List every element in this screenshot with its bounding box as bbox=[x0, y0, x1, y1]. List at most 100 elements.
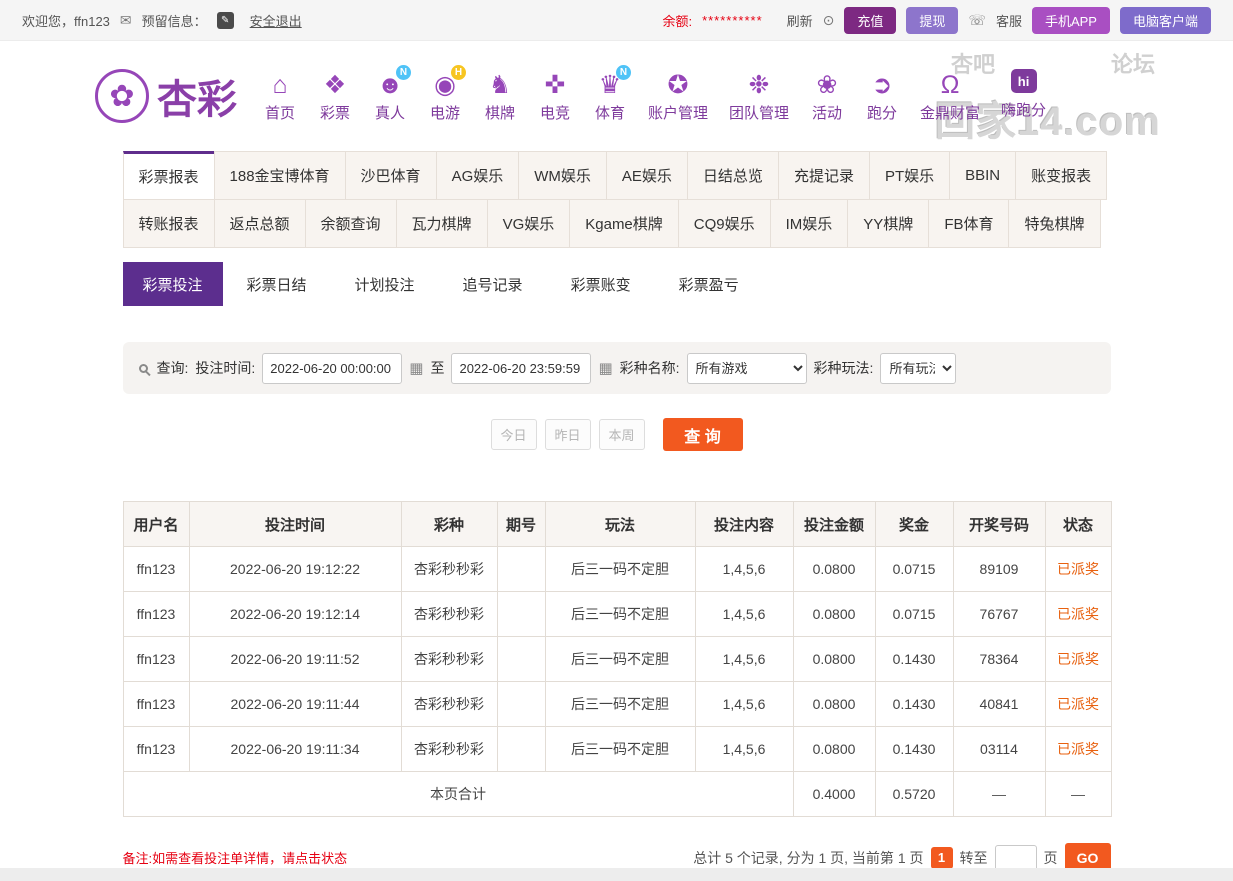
tab-ae[interactable]: AE娱乐 bbox=[605, 151, 688, 200]
nav-item-egames[interactable]: H ◉ 电游 bbox=[428, 65, 466, 123]
cell-lottery: 杏彩秒秒彩 bbox=[400, 591, 498, 637]
filter-bar: 查询: 投注时间: ▦ 至 ▦ 彩种名称: 所有游戏 彩种玩法: 所有玩法 bbox=[122, 342, 1111, 394]
col-header-bet-content: 投注内容 bbox=[694, 501, 794, 547]
cell-draw-number: 78364 bbox=[952, 636, 1046, 682]
tab-188-sports[interactable]: 188金宝博体育 bbox=[213, 151, 346, 200]
cell-bet-time: 2022-06-20 19:11:52 bbox=[188, 636, 402, 682]
mobile-app-button[interactable]: 手机APP bbox=[1031, 6, 1110, 34]
nav-label: 团队管理 bbox=[729, 105, 790, 122]
tab-pt[interactable]: PT娱乐 bbox=[868, 151, 951, 200]
tab-wali[interactable]: 瓦力棋牌 bbox=[395, 199, 488, 248]
nav-item-live[interactable]: N ☻ 真人 bbox=[373, 65, 411, 123]
logout-link[interactable]: 安全退出 bbox=[250, 11, 302, 30]
bet-time-to-input[interactable] bbox=[451, 352, 592, 384]
yesterday-button[interactable]: 昨日 bbox=[544, 419, 591, 450]
tab-im[interactable]: IM娱乐 bbox=[769, 199, 849, 248]
edit-icon[interactable]: ✎ bbox=[216, 11, 234, 29]
nav-item-activity[interactable]: ❀ 活动 bbox=[810, 69, 844, 123]
subtabs: 彩票投注 彩票日结 计划投注 追号记录 彩票账变 彩票盈亏 bbox=[122, 262, 1111, 306]
page-unit-label: 页 bbox=[1043, 849, 1058, 866]
nav-label: 棋牌 bbox=[484, 105, 515, 122]
nav-label: 账户管理 bbox=[648, 105, 709, 122]
page-number-current[interactable]: 1 bbox=[930, 846, 953, 869]
nav-item-boardgames[interactable]: ♞ 棋牌 bbox=[483, 69, 517, 123]
balance-value: ********** bbox=[702, 12, 763, 28]
goto-page-input[interactable] bbox=[994, 844, 1037, 871]
nav-item-esports[interactable]: ✜ 电竞 bbox=[538, 69, 572, 123]
tab-shaba-sports[interactable]: 沙巴体育 bbox=[344, 151, 437, 200]
tab-cq9[interactable]: CQ9娱乐 bbox=[677, 199, 771, 248]
nav-item-paofen[interactable]: ➲ 跑分 bbox=[865, 69, 899, 123]
tab-balance-query[interactable]: 余额查询 bbox=[304, 199, 397, 248]
col-header-play: 玩法 bbox=[544, 501, 696, 547]
status-link[interactable]: 已派奖 bbox=[1044, 726, 1112, 772]
nav-item-team[interactable]: ❉ 团队管理 bbox=[729, 69, 789, 123]
tab-vg[interactable]: VG娱乐 bbox=[486, 199, 571, 248]
cell-username: ffn123 bbox=[122, 726, 190, 772]
subtab-lottery-bets[interactable]: 彩票投注 bbox=[122, 262, 223, 306]
recharge-button[interactable]: 充值 bbox=[844, 6, 897, 34]
wealth-icon: Ω bbox=[940, 71, 960, 99]
today-button[interactable]: 今日 bbox=[490, 419, 537, 450]
status-link[interactable]: 已派奖 bbox=[1044, 636, 1112, 682]
nav-item-wealth[interactable]: Ω 金鼎财富 bbox=[920, 69, 980, 123]
subtab-plan-bets[interactable]: 计划投注 bbox=[331, 262, 439, 306]
col-header-prize: 奖金 bbox=[874, 501, 954, 547]
service-link[interactable]: 客服 bbox=[996, 11, 1022, 30]
tab-bbin[interactable]: BBIN bbox=[949, 151, 1017, 200]
cell-draw-number: 76767 bbox=[952, 591, 1046, 637]
lottery-name-select[interactable]: 所有游戏 bbox=[686, 352, 807, 384]
tab-kgame[interactable]: Kgame棋牌 bbox=[569, 199, 679, 248]
reserved-info-label: 预留信息： bbox=[141, 13, 207, 29]
subtab-lottery-profit[interactable]: 彩票盈亏 bbox=[655, 262, 763, 306]
tab-rebate-total[interactable]: 返点总额 bbox=[213, 199, 306, 248]
nav-item-sports[interactable]: N ♛ 体育 bbox=[593, 65, 631, 123]
bet-time-from-input[interactable] bbox=[262, 352, 403, 384]
nav-item-account[interactable]: ✪ 账户管理 bbox=[648, 69, 708, 123]
cell-lottery: 杏彩秒秒彩 bbox=[400, 546, 498, 592]
eye-icon[interactable]: ⊙ bbox=[823, 12, 835, 29]
records-summary: 总计 5 个记录, 分为 1 页, 当前第 1 页 bbox=[693, 849, 924, 866]
nav-item-lottery[interactable]: ❖ 彩票 bbox=[318, 69, 352, 123]
bet-time-label: 投注时间: bbox=[195, 360, 256, 376]
this-week-button[interactable]: 本周 bbox=[598, 419, 645, 450]
subtab-lottery-daily[interactable]: 彩票日结 bbox=[223, 262, 331, 306]
refresh-link[interactable]: 刷新 bbox=[787, 11, 813, 30]
nav-label: 嗨跑分 bbox=[1001, 102, 1047, 119]
nav-label: 活动 bbox=[812, 105, 843, 122]
calendar-icon[interactable]: ▦ bbox=[598, 359, 612, 377]
status-link[interactable]: 已派奖 bbox=[1044, 546, 1112, 592]
tab-account-change-report[interactable]: 账变报表 bbox=[1015, 151, 1108, 200]
brand-flower-icon: ✿ bbox=[95, 69, 149, 123]
play-type-select[interactable]: 所有玩法 bbox=[880, 352, 957, 384]
table-row: ffn123 2022-06-20 19:11:44 杏彩秒秒彩 后三一码不定胆… bbox=[122, 681, 1112, 727]
search-button[interactable]: 查 询 bbox=[662, 418, 743, 451]
subtab-lottery-account-change[interactable]: 彩票账变 bbox=[547, 262, 655, 306]
status-link[interactable]: 已派奖 bbox=[1044, 591, 1112, 637]
pc-client-button[interactable]: 电脑客户端 bbox=[1119, 6, 1211, 34]
tab-yy[interactable]: YY棋牌 bbox=[847, 199, 930, 248]
brand-logo[interactable]: ✿ 杏彩 bbox=[95, 67, 237, 125]
tab-ag[interactable]: AG娱乐 bbox=[435, 151, 520, 200]
tab-daily-summary[interactable]: 日结总览 bbox=[686, 151, 779, 200]
nav-item-home[interactable]: ⌂ 首页 bbox=[263, 69, 297, 123]
cell-bet-time: 2022-06-20 19:12:14 bbox=[188, 591, 402, 637]
withdraw-button[interactable]: 提现 bbox=[906, 6, 959, 34]
envelope-icon[interactable]: ✉ bbox=[120, 12, 132, 29]
tab-transfer-report[interactable]: 转账报表 bbox=[122, 199, 215, 248]
cell-prize: 0.1430 bbox=[874, 636, 954, 682]
nav-item-hipaofen[interactable]: hi 嗨跑分 bbox=[1001, 69, 1046, 123]
subtab-chase-records[interactable]: 追号记录 bbox=[439, 262, 547, 306]
page-total-bet-amount: 0.4000 bbox=[792, 771, 876, 817]
main-nav: ✿ 杏彩 ⌂ 首页 ❖ 彩票 N ☻ 真人 H ◉ 电游 ♞ 棋牌 ✜ 电竞 N… bbox=[0, 41, 1233, 151]
tab-deposit-records[interactable]: 充提记录 bbox=[777, 151, 870, 200]
tab-tetu[interactable]: 特兔棋牌 bbox=[1008, 199, 1101, 248]
tab-wm[interactable]: WM娱乐 bbox=[518, 151, 607, 200]
cell-bet-time: 2022-06-20 19:11:34 bbox=[188, 726, 402, 772]
table-header-row: 用户名 投注时间 彩种 期号 玩法 投注内容 投注金额 奖金 开奖号码 状态 bbox=[122, 501, 1112, 547]
status-link[interactable]: 已派奖 bbox=[1044, 681, 1112, 727]
tab-fb-sports[interactable]: FB体育 bbox=[928, 199, 1010, 248]
tab-lottery-report[interactable]: 彩票报表 bbox=[122, 151, 215, 200]
calendar-icon[interactable]: ▦ bbox=[409, 359, 423, 377]
table-footer-row: 本页合计 0.4000 0.5720 — — bbox=[122, 771, 1112, 817]
